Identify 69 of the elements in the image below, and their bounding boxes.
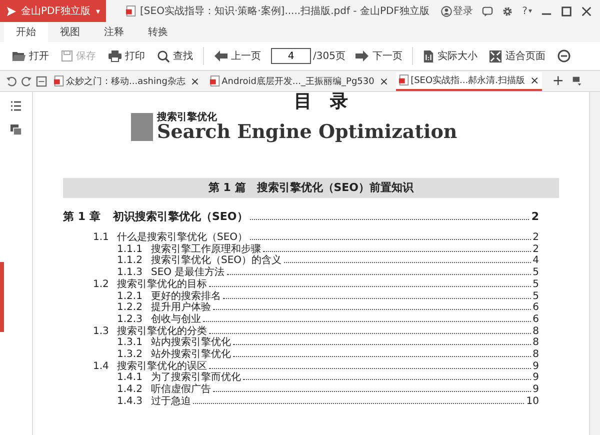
send-arrow-icon	[6, 6, 17, 16]
ribbon-tab[interactable]: 注释	[92, 22, 136, 42]
search-icon	[157, 50, 170, 62]
chat-icon[interactable]	[482, 6, 494, 16]
open-button[interactable]: 打开	[10, 45, 51, 67]
toc-entry[interactable]: 1.4.1 为了搜索引擎而优化 9	[93, 372, 539, 384]
close-tab-button[interactable]: ×	[379, 74, 389, 88]
toc-entry[interactable]: 1.3.2 站外搜索引擎优化 8	[93, 349, 539, 361]
find-button[interactable]: 查找	[155, 45, 195, 67]
toc-entry[interactable]: 1.2.3 创收与创业 6	[93, 314, 539, 326]
page-total: /305页	[313, 50, 346, 63]
folder-icon	[12, 50, 26, 62]
actual-size-icon	[423, 50, 434, 62]
pdf-file-icon	[210, 75, 220, 87]
ribbon-tab[interactable]: 视图	[48, 22, 92, 42]
new-tab-button[interactable]: +	[552, 73, 564, 89]
toc-entry[interactable]: 1.3.1 站内搜索引擎优化 8	[93, 337, 539, 350]
scrollbar[interactable]	[589, 92, 600, 435]
close-icon[interactable]	[581, 6, 592, 16]
pdf-file-icon	[126, 5, 136, 17]
close-tab-button[interactable]: ×	[530, 74, 540, 86]
toc-entry[interactable]: 第 1 章 初识搜索引擎优化（SEO） 2	[63, 210, 539, 223]
maximize-icon[interactable]	[561, 6, 572, 16]
banner-subtitle: 搜索引擎优化	[157, 112, 218, 123]
document-tab[interactable]: Android底层开发..._王振丽编_Pg530 ×	[206, 72, 392, 90]
settings-icon[interactable]	[502, 6, 514, 16]
fit-page-icon	[489, 50, 502, 62]
fit-button[interactable]: 适合页面	[487, 45, 548, 67]
window-title: [SEO实战指导：知识·策略·案例].....扫描版.pdf - 金山PDF独立版	[140, 4, 430, 18]
document-tab[interactable]: [SEO实战指...郝永清.扫描版 ×	[396, 72, 542, 90]
contents-heading: 目 录	[293, 92, 349, 112]
actual-button[interactable]: 实际大小	[421, 45, 480, 67]
zoom-out-icon[interactable]	[557, 49, 572, 63]
user-icon	[441, 6, 452, 16]
left-arrow-icon	[214, 50, 228, 62]
ribbon-tab[interactable]: 开始	[4, 22, 48, 42]
toc-entry[interactable]: 1.1 什么是搜索引擎优化（SEO） 2	[93, 232, 539, 244]
part-heading: 第 1 篇 搜索引擎优化（SEO）前置知识	[63, 178, 559, 198]
banner-title: Search Engine Optimization	[157, 123, 458, 142]
next-button[interactable]: 下一页	[353, 45, 404, 67]
undo-icon[interactable]	[6, 76, 17, 86]
comments-icon[interactable]	[10, 124, 22, 136]
toc-entry[interactable]: 1.2 搜索引擎优化的目标 5	[93, 278, 539, 291]
redo-icon[interactable]	[21, 76, 32, 86]
close-tab-button[interactable]: ×	[190, 74, 200, 88]
toc-entry[interactable]: 1.4.3 过于急迫 10	[93, 396, 539, 408]
prev-button[interactable]: 上一页	[212, 45, 263, 67]
toc-entry[interactable]: 1.4.2 听信虚假广告 9	[93, 384, 539, 396]
tab-list-icon[interactable]	[572, 76, 582, 86]
document-tab[interactable]: 众妙之门：移动...ashing杂志 ×	[51, 72, 203, 90]
toc-entry[interactable]: 1.2.1 更好的搜索排名 5	[93, 290, 539, 302]
list-icon[interactable]	[10, 100, 22, 112]
panel-handle[interactable]	[0, 262, 4, 332]
ribbon-tab[interactable]: 转换	[136, 22, 180, 42]
toc-entry[interactable]: 1.1.3 SEO 是最佳方法 5	[93, 267, 539, 279]
printer-icon	[108, 50, 122, 62]
print-button[interactable]: 打印	[106, 45, 147, 67]
pdf-file-icon	[54, 75, 64, 87]
toc-entry[interactable]: 1.1.1 搜索引擎工作原理和步骤 2	[93, 244, 539, 256]
toc-entry[interactable]: 1.4 搜索引擎优化的误区 9	[93, 360, 539, 372]
right-arrow-icon	[355, 50, 370, 62]
toc-entry[interactable]: 1.1.2 搜索引擎优化（SEO）的含义 4	[93, 255, 539, 268]
toc-entry[interactable]: 1.3 搜索引擎优化的分类 8	[93, 326, 539, 338]
banner-block	[131, 113, 153, 141]
page-number-field[interactable]: 4	[271, 48, 311, 64]
toc-entry[interactable]: 1.2.2 提升用户体验 6	[93, 302, 539, 314]
login-button[interactable]: 登录	[441, 4, 474, 18]
app-menu-button[interactable]: 金山PDF独立版 ▾	[0, 0, 106, 22]
pdf-file-icon	[398, 74, 409, 86]
